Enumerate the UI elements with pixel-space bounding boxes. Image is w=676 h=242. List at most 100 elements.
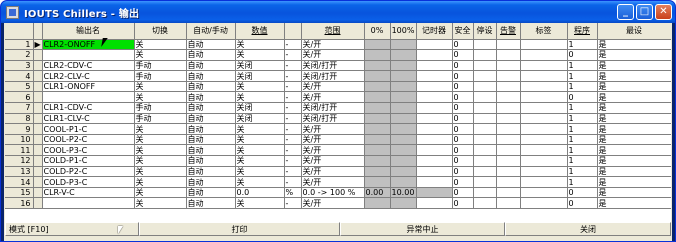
cell-last[interactable]: 是 (597, 123, 671, 135)
cell-alarm[interactable] (496, 134, 521, 146)
cell-zero-percent[interactable] (364, 39, 391, 51)
cell-zero-percent[interactable] (364, 70, 391, 82)
cell-last[interactable]: 是 (597, 60, 671, 72)
minimize-button[interactable]: _ (617, 4, 634, 20)
cell-value[interactable]: 关 (235, 144, 285, 157)
cell-switch[interactable]: 手动 (134, 102, 187, 114)
cell-program[interactable]: 0 (567, 49, 598, 61)
cell-hundred-percent[interactable] (390, 81, 417, 93)
table-row[interactable]: 16 关自动关 - 关/开 0 0 是 (5, 197, 671, 209)
cell-tag[interactable] (520, 144, 568, 157)
cell-hundred-percent[interactable] (390, 70, 417, 82)
table-row[interactable]: 8 CLR1-CLV-C 手动 自动 关闭 - 关闭/打开 0 1 是 (5, 113, 671, 125)
title-bar[interactable]: IOUTS Chillers - 输出 _ □ ✕ (1, 1, 675, 23)
cell-hundred-percent[interactable] (390, 123, 417, 135)
cell-hundred-percent[interactable] (390, 60, 417, 72)
cell-switch[interactable]: 关 (134, 197, 187, 209)
cell-last[interactable]: 是 (597, 39, 671, 51)
cell-tag[interactable] (520, 91, 568, 104)
cell-output-name[interactable]: COLD-P3-C (42, 176, 135, 188)
cell-last[interactable]: 是 (597, 113, 671, 125)
cell-zero-percent[interactable]: 0.00 (364, 187, 391, 199)
cell-hundred-percent[interactable] (390, 91, 417, 104)
cell-auto-manual[interactable]: 自动 (186, 91, 236, 104)
cell-switch[interactable]: 手动 (134, 113, 187, 125)
header-tag[interactable]: 标签 (520, 23, 568, 40)
cell-last[interactable]: 是 (597, 70, 671, 82)
table-row[interactable]: 6 关自动关 - 关/开 0 0 是 (5, 91, 671, 104)
cell-output-name[interactable]: CLR1-CLV-C (42, 113, 135, 125)
header-value[interactable]: 数值 (235, 23, 285, 40)
cell-alarm[interactable] (496, 176, 521, 188)
table-row[interactable]: 4 CLR2-CLV-C 手动 自动 关闭 - 关闭/打开 0 1 是 (5, 70, 671, 82)
cell-output-name[interactable]: COOL-P3-C (42, 144, 135, 157)
cell-stop[interactable] (473, 155, 497, 167)
header-stop[interactable]: 停设 (473, 23, 497, 40)
cell-value[interactable]: 关 (235, 155, 285, 167)
cell-output-name[interactable]: COLD-P2-C (42, 166, 135, 178)
cell-range[interactable]: 关/开 (301, 49, 365, 61)
cell-auto-manual[interactable]: 自动 (186, 113, 236, 125)
cell-tag[interactable] (520, 60, 568, 72)
cell-timer[interactable] (416, 166, 453, 178)
cell-last[interactable]: 是 (597, 176, 671, 188)
cell-hundred-percent[interactable] (390, 176, 417, 188)
cell-alarm[interactable] (496, 60, 521, 72)
cell-last[interactable]: 是 (597, 187, 671, 199)
cell-safety[interactable]: 0 (452, 134, 474, 146)
cell-stop[interactable] (473, 134, 497, 146)
cell-safety[interactable]: 0 (452, 197, 474, 209)
cell-switch[interactable]: 关 (134, 176, 187, 188)
cell-hundred-percent[interactable] (390, 39, 417, 51)
table-row[interactable]: 10 COOL-P2-C 关自动关 - 关/开 0 1 是 (5, 134, 671, 146)
cell-timer[interactable] (416, 176, 453, 188)
cell-hundred-percent[interactable] (390, 113, 417, 125)
cell-safety[interactable]: 0 (452, 144, 474, 157)
cell-tag[interactable] (520, 102, 568, 114)
cell-last[interactable]: 是 (597, 102, 671, 114)
cell-value[interactable]: 关 (235, 123, 285, 135)
header-range[interactable]: 范围 (301, 23, 365, 40)
header-timer[interactable]: 记时器 (416, 23, 453, 40)
cell-value[interactable]: 关 (235, 39, 285, 51)
cell-tag[interactable] (520, 39, 568, 51)
table-row[interactable]: 9 COOL-P1-C 关自动关 - 关/开 0 1 是 (5, 123, 671, 135)
cell-switch[interactable]: 关 (134, 134, 187, 146)
header-auto-manual[interactable]: 自动/手动 (186, 23, 236, 40)
cell-stop[interactable] (473, 123, 497, 135)
cell-program[interactable]: 1 (567, 123, 598, 135)
cell-alarm[interactable] (496, 123, 521, 135)
header-switch[interactable]: 切换 (134, 23, 187, 40)
cell-stop[interactable] (473, 187, 497, 199)
cell-value[interactable]: 关 (235, 134, 285, 146)
cell-auto-manual[interactable]: 自动 (186, 123, 236, 135)
cell-range[interactable]: 关/开 (301, 155, 365, 167)
cell-stop[interactable] (473, 49, 497, 61)
cell-safety[interactable]: 0 (452, 113, 474, 125)
print-button[interactable]: 打印 (139, 222, 340, 236)
cell-last[interactable]: 是 (597, 81, 671, 93)
cell-hundred-percent[interactable] (390, 49, 417, 61)
cell-timer[interactable] (416, 81, 453, 93)
abort-button[interactable]: 异常中止 (340, 222, 505, 236)
cell-alarm[interactable] (496, 187, 521, 199)
cell-zero-percent[interactable] (364, 91, 391, 104)
cell-output-name[interactable]: CLR-V-C (42, 187, 135, 199)
cell-safety[interactable]: 0 (452, 49, 474, 61)
cell-alarm[interactable] (496, 197, 521, 209)
cell-program[interactable]: 1 (567, 155, 598, 167)
cell-program[interactable]: 0 (567, 187, 598, 199)
cell-timer[interactable] (416, 49, 453, 61)
cell-hundred-percent[interactable] (390, 134, 417, 146)
cell-switch[interactable]: 手动 (134, 60, 187, 72)
cell-last[interactable]: 是 (597, 197, 671, 209)
cell-switch[interactable]: 关 (134, 166, 187, 178)
cell-program[interactable]: 1 (567, 113, 598, 125)
cell-value[interactable]: 关 (235, 176, 285, 188)
cell-switch[interactable]: 关 (134, 49, 187, 61)
cell-last[interactable]: 是 (597, 49, 671, 61)
cell-safety[interactable]: 0 (452, 102, 474, 114)
cell-auto-manual[interactable]: 自动 (186, 155, 236, 167)
cell-hundred-percent[interactable] (390, 155, 417, 167)
cell-output-name[interactable]: COOL-P1-C (42, 123, 135, 135)
